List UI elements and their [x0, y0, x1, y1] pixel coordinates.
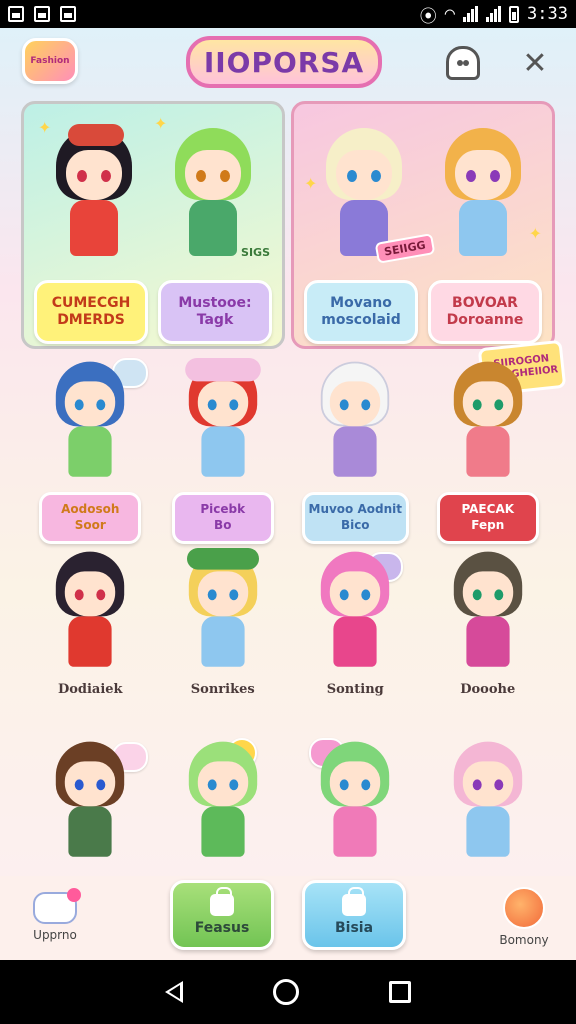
featured-badge[interactable]: Movano moscolaid	[304, 280, 418, 344]
vibrate-icon: ⦿	[419, 6, 437, 27]
sparkle-icon: ✦	[528, 224, 542, 243]
wifi-icon: ◠	[444, 4, 456, 24]
logo-text: Fashion	[30, 56, 70, 66]
nav-right-label: Bomony	[499, 933, 549, 947]
ghost-button[interactable]	[442, 42, 484, 84]
label-line2: Bico	[340, 518, 370, 532]
character-label[interactable]: PAECAK Fepn	[436, 492, 539, 544]
signal-2-icon	[486, 6, 502, 22]
badge-line2: Tagk	[196, 312, 234, 328]
character-name: Sonting	[326, 682, 384, 697]
label-line1: Picebk	[200, 502, 246, 517]
badge-line2: Doroanne	[446, 312, 524, 328]
character-label[interactable]: Muvoo Aodnit Bico	[301, 492, 409, 544]
character-card[interactable]: SIIROGON HUUGHEIIOR PAECAK Fepn	[422, 339, 567, 548]
bag-icon	[342, 887, 366, 916]
nav-green-label: Feasus	[194, 920, 250, 936]
character-card[interactable]: Sonrikes	[157, 548, 290, 738]
character-avatar	[46, 124, 142, 264]
gallery-notification-icon	[8, 6, 24, 22]
nav-bag-button[interactable]: Bisia	[302, 880, 406, 950]
app-logo[interactable]: Fashion	[22, 38, 78, 84]
character-avatar	[47, 548, 133, 674]
character-avatar	[165, 124, 261, 264]
character-avatar	[180, 738, 266, 864]
badge-line1: Movano	[330, 295, 392, 312]
character-avatar	[435, 124, 531, 264]
character-card[interactable]: Dodiaiek	[24, 548, 157, 738]
featured-badge[interactable]: BOVOAR Doroanne	[428, 280, 542, 344]
character-avatar	[445, 358, 531, 484]
character-name: Dodiaiek	[57, 682, 123, 697]
label-line2: Soor	[74, 518, 106, 532]
badge-line1: Mustooe:	[178, 295, 252, 312]
nav-shop-button[interactable]: Feasus	[170, 880, 274, 950]
character-card[interactable]: Picebk Bo	[157, 358, 290, 548]
ghost-icon	[446, 46, 480, 80]
status-bar: ⦿ ◠ 3:33	[0, 0, 576, 28]
badge-line2: moscolaid	[321, 312, 401, 328]
character-card[interactable]: Sonting	[289, 548, 422, 738]
nav-home[interactable]: Upprno	[18, 884, 92, 950]
label-line2: Bo	[214, 518, 232, 532]
system-nav-bar	[0, 960, 576, 1024]
character-card[interactable]	[157, 738, 290, 878]
character-card[interactable]	[24, 738, 157, 878]
signal-icon	[463, 6, 479, 22]
character-card[interactable]: Dooohe	[422, 548, 555, 738]
close-icon: ✕	[522, 45, 548, 81]
badge-line2: DMERDS	[57, 312, 125, 328]
character-avatar	[180, 548, 266, 674]
character-avatar	[312, 548, 398, 674]
featured-card-left[interactable]: ✦ ✦ SIGS CUMECGH DMERDS Mustooe: Tagk	[21, 101, 285, 349]
nav-home-label: Upprno	[33, 928, 77, 942]
nav-blue-label: Bisia	[334, 920, 374, 936]
character-avatar	[445, 738, 531, 864]
character-label[interactable]: Picebk Bo	[171, 492, 274, 544]
page-title: IIOPORSA	[186, 36, 382, 88]
character-card[interactable]: Aodosoh Soor	[24, 358, 157, 548]
tag-label: SIGS	[241, 246, 270, 259]
character-avatar	[47, 358, 133, 484]
character-grid: Aodosoh Soor Picebk Bo Muvoo Aodnit Bico	[24, 339, 567, 878]
fox-icon	[503, 887, 545, 929]
featured-badge[interactable]: CUMECGH DMERDS	[34, 280, 148, 344]
nav-company[interactable]: Bomony	[484, 882, 564, 952]
home-button[interactable]	[273, 979, 299, 1005]
character-avatar	[180, 358, 266, 484]
shopping-bag-icon	[210, 887, 234, 916]
character-card[interactable]: Muvoo Aodnit Bico	[289, 358, 422, 548]
recents-button[interactable]	[389, 981, 411, 1003]
featured-card-right[interactable]: ✦ ✦ SEIIGG Movano moscolaid BOVOAR Doroa…	[291, 101, 555, 349]
character-label[interactable]: Aodosoh Soor	[39, 492, 142, 544]
photo-notification-icon	[60, 6, 76, 22]
clock: 3:33	[527, 4, 568, 24]
badge-line1: BOVOAR	[452, 295, 518, 312]
badge-line1: CUMECGH	[51, 295, 131, 312]
bottom-nav: Upprno Feasus Bisia Bomony	[0, 876, 576, 960]
label-line1: Muvoo Aodnit	[308, 502, 403, 517]
home-cloud-icon	[33, 888, 81, 924]
character-avatar	[312, 358, 398, 484]
character-name: Sonrikes	[190, 682, 255, 697]
character-card[interactable]	[289, 738, 422, 878]
close-button[interactable]: ✕	[514, 42, 556, 84]
label-line1: Aodosoh	[61, 502, 120, 517]
character-avatar	[445, 548, 531, 674]
image-notification-icon	[34, 6, 50, 22]
label-line1: PAECAK	[461, 502, 515, 517]
app-screen: Fashion IIOPORSA ✕ ✦ ✦ SIGS CUMECGH DMER…	[0, 28, 576, 960]
header: Fashion IIOPORSA ✕	[0, 28, 576, 98]
featured-badge[interactable]: Mustooe: Tagk	[158, 280, 272, 344]
character-card[interactable]	[422, 738, 555, 878]
character-name: Dooohe	[460, 682, 516, 697]
back-button[interactable]	[165, 981, 183, 1003]
battery-icon	[509, 5, 520, 23]
character-avatar	[47, 738, 133, 864]
label-line2: Fepn	[471, 518, 505, 532]
character-avatar	[312, 738, 398, 864]
